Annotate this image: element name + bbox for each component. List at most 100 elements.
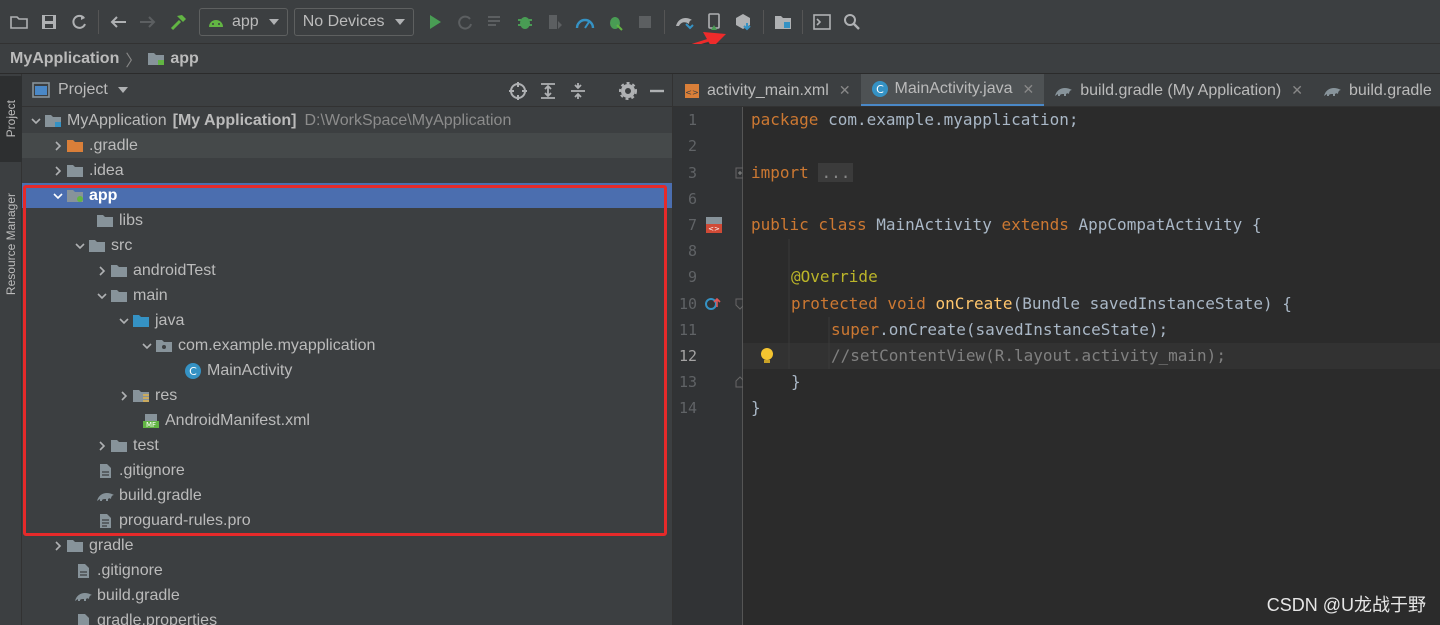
tree-item-project-name: [My Application] xyxy=(172,111,297,129)
source-folder-icon xyxy=(132,313,150,329)
line-number: 9 xyxy=(687,268,697,286)
sync-icon[interactable] xyxy=(64,7,94,37)
tree-item-label: .gradle xyxy=(89,136,138,154)
tree-item-label: main xyxy=(133,286,168,304)
tree-item-res[interactable]: res xyxy=(22,383,672,408)
collapse-all-icon[interactable] xyxy=(568,81,588,101)
terminal-icon[interactable] xyxy=(807,7,837,37)
attach-debugger-icon[interactable] xyxy=(540,7,570,37)
breadcrumb-module[interactable]: app xyxy=(170,50,198,68)
tree-item-app-gitignore[interactable]: .gitignore xyxy=(22,458,672,483)
tab-build-gradle-project[interactable]: build.gradle (My Application) ✕ xyxy=(1044,74,1313,106)
device-selector[interactable]: No Devices xyxy=(293,7,414,36)
project-view-label[interactable]: Project xyxy=(58,81,108,99)
chevron-down-icon[interactable] xyxy=(117,87,128,93)
tree-item-gradle-properties[interactable]: gradle.properties xyxy=(22,608,672,625)
close-icon[interactable]: ✕ xyxy=(839,82,851,99)
chevron-down-icon[interactable] xyxy=(72,238,88,254)
chevron-down-icon[interactable] xyxy=(50,188,66,204)
project-structure-icon[interactable] xyxy=(768,7,798,37)
project-tool-tab[interactable]: Project xyxy=(0,76,22,162)
layout-file-icon: <> xyxy=(683,82,701,100)
line-number: 10 xyxy=(678,295,697,313)
debug-icon[interactable] xyxy=(510,7,540,37)
tree-item-root-build-gradle[interactable]: build.gradle xyxy=(22,583,672,608)
tab-activity-main-xml[interactable]: <> activity_main.xml ✕ xyxy=(673,74,861,106)
profile-icon[interactable] xyxy=(570,7,600,37)
locate-icon[interactable] xyxy=(508,81,528,101)
chevron-down-icon[interactable] xyxy=(116,313,132,329)
tree-item-gradle-folder[interactable]: gradle xyxy=(22,533,672,558)
apply-changes-icon[interactable] xyxy=(480,7,510,37)
code-keyword: super xyxy=(831,320,880,339)
gradle-sync-icon[interactable] xyxy=(669,7,699,37)
save-icon[interactable] xyxy=(34,7,64,37)
tree-item-label: AndroidManifest.xml xyxy=(165,411,310,429)
tree-item-android-test[interactable]: androidTest xyxy=(22,258,672,283)
avd-manager-icon[interactable] xyxy=(699,7,729,37)
text-file-icon xyxy=(96,513,114,529)
run-icon[interactable] xyxy=(420,7,450,37)
chevron-down-icon[interactable] xyxy=(94,288,110,304)
activity-gutter-icon[interactable]: <> xyxy=(705,216,725,234)
close-icon[interactable]: ✕ xyxy=(1023,81,1035,98)
chevron-right-icon[interactable] xyxy=(50,538,66,554)
tree-item-src[interactable]: src xyxy=(22,233,672,258)
tab-main-activity-java[interactable]: C MainActivity.java ✕ xyxy=(860,74,1045,106)
code-comment: //setContentView(R.layout.activity_main)… xyxy=(831,346,1226,365)
chevron-right-icon[interactable] xyxy=(50,138,66,154)
tree-item-app-module[interactable]: app xyxy=(22,183,672,208)
tree-item-app-build-gradle[interactable]: build.gradle xyxy=(22,483,672,508)
expand-all-icon[interactable] xyxy=(538,81,558,101)
tree-item-package[interactable]: com.example.myapplication xyxy=(22,333,672,358)
forward-icon[interactable] xyxy=(133,7,163,37)
tree-item-main[interactable]: main xyxy=(22,283,672,308)
properties-file-icon xyxy=(74,613,92,625)
folded-imports[interactable]: ... xyxy=(818,163,854,182)
tree-item-proguard[interactable]: proguard-rules.pro xyxy=(22,508,672,533)
chevron-down-icon[interactable] xyxy=(28,113,44,129)
run-with-coverage-icon[interactable] xyxy=(600,7,630,37)
back-icon[interactable] xyxy=(103,7,133,37)
run-config-selector[interactable]: app xyxy=(199,7,288,36)
chevron-right-icon[interactable] xyxy=(116,388,132,404)
tree-item-project-root[interactable]: MyApplication [My Application] D:\WorkSp… xyxy=(22,108,672,133)
stop-icon[interactable] xyxy=(630,7,660,37)
code-editor[interactable]: package com.example.myapplication; impor… xyxy=(743,107,1440,625)
tree-item-label: src xyxy=(111,236,133,254)
chevron-right-icon[interactable] xyxy=(50,163,66,179)
folder-icon xyxy=(66,538,84,554)
tree-item-java[interactable]: java xyxy=(22,308,672,333)
search-icon[interactable] xyxy=(837,7,867,37)
tree-item-main-activity[interactable]: C MainActivity xyxy=(22,358,672,383)
rerun-icon[interactable] xyxy=(450,7,480,37)
build-hammer-icon[interactable] xyxy=(163,7,193,37)
lightbulb-icon[interactable] xyxy=(759,347,775,365)
folder-icon xyxy=(110,438,128,454)
tree-item-libs[interactable]: libs xyxy=(22,208,672,233)
tree-item-label: .idea xyxy=(89,161,124,179)
tree-item-test[interactable]: test xyxy=(22,433,672,458)
sdk-manager-icon[interactable] xyxy=(729,7,759,37)
line-number: 1 xyxy=(687,111,697,129)
override-gutter-icon[interactable] xyxy=(705,296,723,312)
tree-item-idea[interactable]: .idea xyxy=(22,158,672,183)
breadcrumb-root[interactable]: MyApplication xyxy=(10,50,119,68)
close-icon[interactable]: ✕ xyxy=(1291,82,1303,99)
tree-item-manifest[interactable]: MF AndroidManifest.xml xyxy=(22,408,672,433)
tab-build-gradle-app[interactable]: build.gradle xyxy=(1313,74,1440,106)
code-keyword: import xyxy=(751,163,809,182)
tree-item-gradle-cache[interactable]: .gradle xyxy=(22,133,672,158)
hide-panel-icon[interactable] xyxy=(648,82,666,100)
tree-item-root-gitignore[interactable]: .gitignore xyxy=(22,558,672,583)
chevron-down-icon[interactable] xyxy=(139,338,155,354)
chevron-right-icon[interactable] xyxy=(94,438,110,454)
gear-icon[interactable] xyxy=(618,81,638,101)
gradle-elephant-icon xyxy=(74,588,92,604)
open-folder-icon[interactable] xyxy=(4,7,34,37)
resource-manager-tool-tab[interactable]: Resource Manager xyxy=(0,174,22,314)
toolbar-divider xyxy=(98,9,99,34)
chevron-right-icon[interactable] xyxy=(94,263,110,279)
ignore-file-icon xyxy=(74,563,92,579)
toolbar-divider xyxy=(762,9,764,34)
